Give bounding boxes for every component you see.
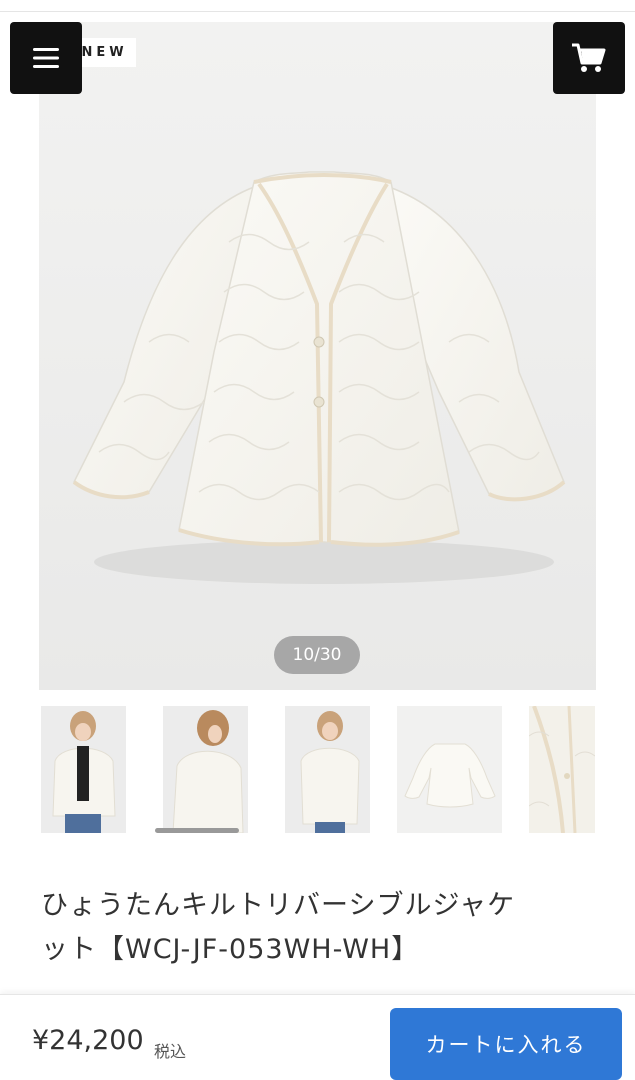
main-product-image[interactable]: NEW 10/30 [39, 22, 596, 690]
product-page: NEW 10/30 ひょうたんキルトリバーシブルジャケ ット【WCJ-JF-05… [0, 0, 635, 1080]
purchase-bar: ¥24,200 税込 カートに入れる [0, 994, 635, 1080]
thumbnail-jacket-detail[interactable] [529, 706, 595, 833]
top-divider [0, 0, 635, 12]
thumbnail-strip [41, 706, 595, 834]
price: ¥24,200 [32, 1025, 144, 1056]
thumbnail-model-side[interactable] [163, 706, 248, 833]
cart-button[interactable] [553, 22, 625, 94]
thumbnail-model-back[interactable] [285, 706, 370, 833]
shopping-cart-icon [572, 43, 606, 72]
image-counter: 10/30 [274, 636, 360, 674]
hamburger-menu-icon [33, 48, 59, 68]
jacket-illustration [39, 22, 596, 690]
add-to-cart-button[interactable]: カートに入れる [390, 1008, 622, 1080]
product-title-line-1: ひょうたんキルトリバーシブルジャケ [41, 890, 516, 921]
product-title-line-2: ット【WCJ-JF-053WH-WH】 [41, 934, 420, 965]
thumbnail-scroll-indicator [155, 828, 239, 833]
product-title: ひょうたんキルトリバーシブルジャケ ット【WCJ-JF-053WH-WH】 [41, 884, 581, 972]
tax-label: 税込 [154, 1042, 187, 1061]
menu-button[interactable] [10, 22, 82, 94]
thumbnail-model-front[interactable] [41, 706, 126, 833]
thumbnail-jacket-flat[interactable] [397, 706, 502, 833]
